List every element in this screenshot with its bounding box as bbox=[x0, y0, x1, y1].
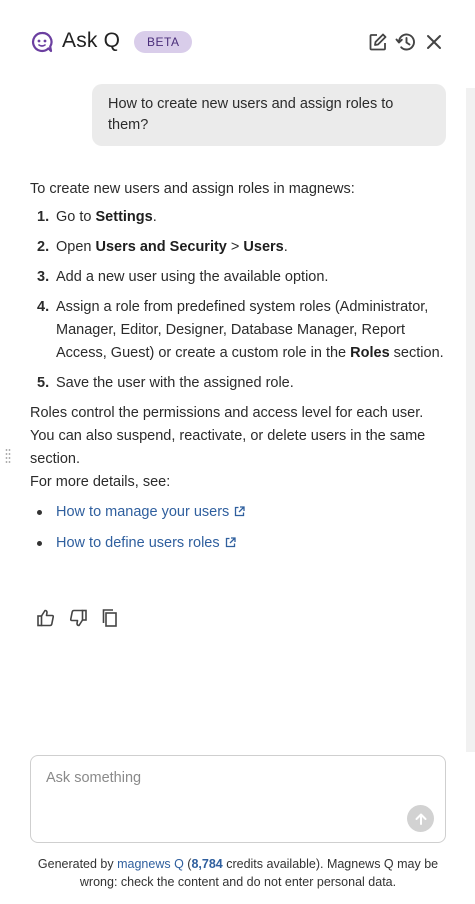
copy-icon[interactable] bbox=[100, 608, 120, 628]
edit-icon[interactable] bbox=[366, 30, 390, 54]
steps-list: 1. Go to Settings. 2. Open Users and Secur… bbox=[30, 206, 446, 395]
magnews-q-link[interactable]: magnews Q bbox=[117, 857, 184, 871]
close-icon[interactable] bbox=[422, 30, 446, 54]
header: Ask Q BETA bbox=[0, 0, 475, 84]
assistant-answer: To create new users and assign roles in … bbox=[30, 178, 446, 563]
answer-paragraph: Roles control the permissions and access… bbox=[30, 405, 426, 467]
composer bbox=[30, 755, 446, 843]
step-item: 1. Go to Settings. bbox=[37, 209, 157, 225]
thumbs-up-icon[interactable] bbox=[36, 608, 56, 628]
link-manage-users[interactable]: How to manage your users bbox=[56, 504, 245, 520]
step-item: 5. Save the user with the assigned role. bbox=[37, 375, 294, 391]
links-list: How to manage your users How to define u… bbox=[30, 501, 446, 556]
step-item: 3. Add a new user using the available opt… bbox=[37, 269, 329, 285]
arrow-up-icon bbox=[415, 813, 426, 825]
link-define-roles[interactable]: How to define users roles bbox=[56, 535, 236, 551]
thumbs-down-icon[interactable] bbox=[68, 608, 88, 628]
chat-bubble-q-icon bbox=[31, 31, 53, 53]
step-item: 2. Open Users and Security > Users. bbox=[37, 239, 288, 255]
list-item: How to manage your users bbox=[30, 501, 446, 525]
list-item: How to define users roles bbox=[30, 532, 446, 556]
answer-intro: To create new users and assign roles in … bbox=[30, 181, 355, 197]
disclaimer: Generated by magnews Q (8,784 credits av… bbox=[37, 857, 439, 889]
more-details-label: For more details, see: bbox=[30, 474, 171, 490]
external-link-icon bbox=[234, 502, 245, 525]
ask-input[interactable] bbox=[46, 770, 406, 786]
credits-count: 8,784 bbox=[191, 857, 223, 871]
external-link-icon bbox=[225, 533, 236, 556]
resize-handle[interactable] bbox=[5, 448, 11, 464]
send-button[interactable] bbox=[407, 805, 434, 832]
panel-title: Ask Q bbox=[62, 29, 121, 52]
beta-badge: BETA bbox=[134, 31, 193, 53]
feedback-actions bbox=[36, 608, 120, 630]
step-item: 4. Assign a role from predefined system r… bbox=[37, 299, 444, 361]
scrollbar[interactable] bbox=[466, 88, 475, 752]
user-message-bubble: How to create new users and assign roles… bbox=[92, 84, 446, 146]
history-icon[interactable] bbox=[394, 30, 418, 54]
